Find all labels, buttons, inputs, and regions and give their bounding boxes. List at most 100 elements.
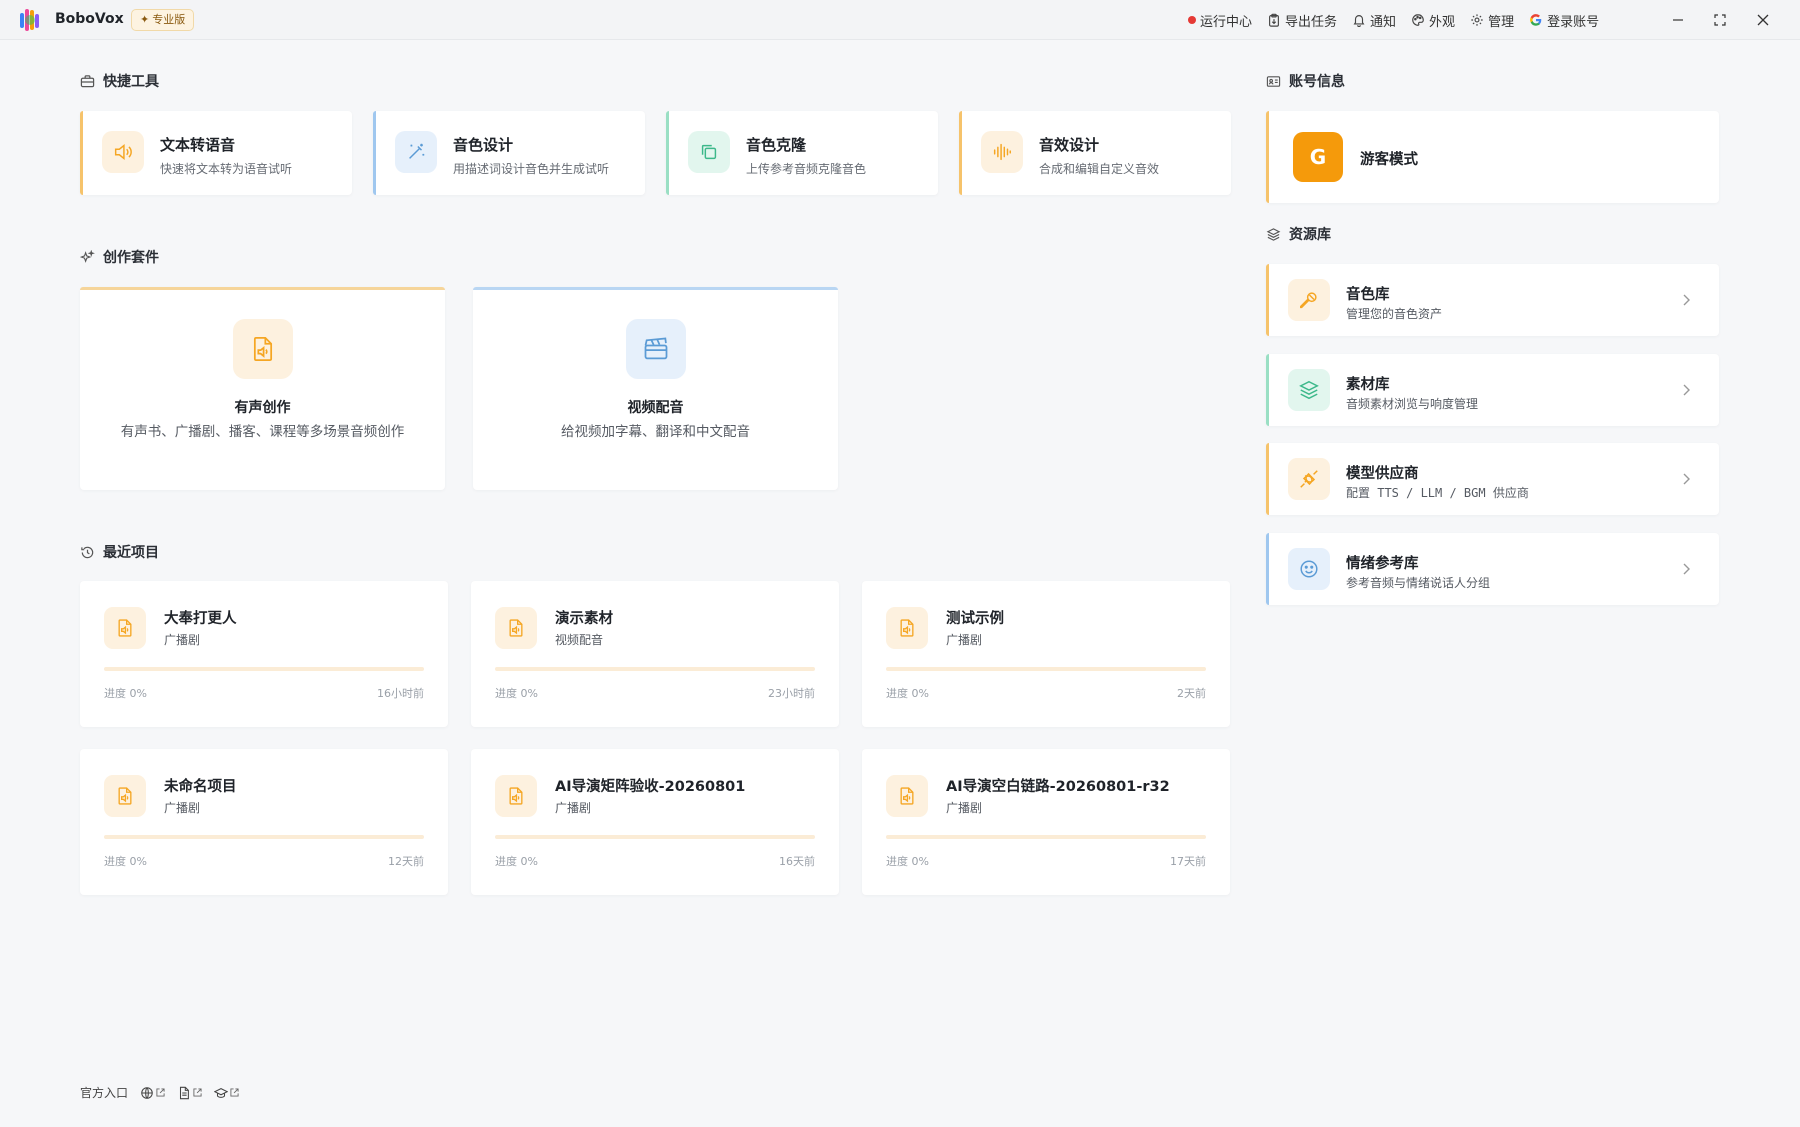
tool-icon-box [981,131,1023,173]
login-label: 登录账号 [1547,14,1600,30]
notifications-button[interactable]: 通知 [1352,11,1396,30]
login-button[interactable]: 登录账号 [1529,11,1599,30]
project-card[interactable]: AI导演矩阵验收-20260801 广播剧 进度 0% 16天前 [471,749,839,895]
card-accent [959,111,962,195]
top-nav: 运行中心 导出任务 通知 外观 管理 登录账号 [1188,0,1614,40]
project-icon-box [886,607,928,649]
close-button[interactable] [1743,0,1783,40]
project-card[interactable]: 演示素材 视频配音 进度 0% 23小时前 [471,581,839,727]
account-mode: 游客模式 [1360,152,1418,168]
resource-library-heading: 资源库 [1266,224,1331,244]
suite-card-video-dubbing[interactable]: 视频配音 给视频加字幕、翻译和中文配音 [473,287,838,490]
run-center-button[interactable]: 运行中心 [1188,11,1252,30]
resource-card-emotion-library[interactable]: 情绪参考库 参考音频与情绪说话人分组 [1266,533,1719,605]
clapperboard-icon [644,337,668,360]
card-accent [1266,533,1269,605]
resource-title: 音色库 [1346,287,1390,303]
creation-suite-heading: 创作套件 [80,247,159,267]
project-progress-label: 进度 0% [495,855,538,868]
project-card[interactable]: 测试示例 广播剧 进度 0% 2天前 [862,581,1230,727]
briefcase-icon [80,74,95,87]
audio-file-icon [900,619,914,637]
pro-badge-label: 专业版 [152,13,186,26]
magic-wand-icon [409,143,425,159]
recent-projects-heading: 最近项目 [80,542,159,562]
project-name: AI导演空白链路-20260801-r32 [946,779,1170,795]
maximize-button[interactable] [1700,0,1740,40]
project-icon-box [104,775,146,817]
suite-icon-box [233,319,293,379]
tool-text: 文本转语音 快速将文本转为语音试听 [160,134,292,177]
tool-card-tts[interactable]: 文本转语音 快速将文本转为语音试听 [80,111,352,195]
resource-icon-box [1288,369,1330,411]
tutorial-link[interactable] [214,1086,239,1100]
clipboard-icon [1269,13,1279,27]
project-timestamp: 16小时前 [377,687,424,700]
project-type: 视频配音 [555,633,604,647]
tool-title: 文本转语音 [160,136,236,154]
tool-card-sfx-design[interactable]: 音效设计 合成和编辑自定义音效 [959,111,1231,195]
gear-icon [1471,14,1483,26]
chevron-right-icon [1683,473,1690,485]
card-accent [1266,354,1269,426]
chevron-right-icon [1683,384,1690,396]
palette-icon [1412,14,1424,26]
suite-desc: 给视频加字幕、翻译和中文配音 [561,424,750,440]
project-progress-bar [104,835,424,839]
tool-desc: 快速将文本转为语音试听 [160,162,293,176]
resource-icon-box [1288,279,1330,321]
graduation-cap-icon [214,1087,229,1098]
app-name: BoboVox [55,11,124,27]
tool-icon-box [102,131,144,173]
project-timestamp: 17天前 [1170,855,1206,868]
maximize-icon [1714,14,1726,26]
export-tasks-label: 导出任务 [1285,14,1338,30]
suite-card-audio-creation[interactable]: 有声创作 有声书、广播剧、播客、课程等多场景音频创作 [80,287,445,490]
export-tasks-button[interactable]: 导出任务 [1267,11,1337,30]
resource-desc: 配置 TTS / LLM / BGM 供应商 [1346,486,1529,500]
external-link-icon [156,1088,165,1097]
app-logo-icon [20,9,39,31]
project-name: AI导演矩阵验收-20260801 [555,779,746,795]
admin-button[interactable]: 管理 [1470,11,1514,30]
bell-icon [1353,15,1365,27]
quick-tools-title: 快捷工具 [103,74,159,90]
project-type: 广播剧 [946,633,983,647]
resource-card-asset-library[interactable]: 素材库 音频素材浏览与响度管理 [1266,354,1719,426]
resource-title: 素材库 [1346,377,1390,393]
resource-title: 情绪参考库 [1346,556,1419,572]
tool-desc: 合成和编辑自定义音效 [1039,162,1160,176]
account-card[interactable]: G 游客模式 [1266,111,1719,203]
project-card[interactable]: 大奉打更人 广播剧 进度 0% 16小时前 [80,581,448,727]
run-center-label: 运行中心 [1200,14,1253,30]
project-card[interactable]: 未命名项目 广播剧 进度 0% 12天前 [80,749,448,895]
pro-badge: ✦ 专业版 [131,9,195,31]
tool-icon-box [395,131,437,173]
docs-link[interactable] [177,1086,202,1100]
resource-card-model-providers[interactable]: 模型供应商 配置 TTS / LLM / BGM 供应商 [1266,443,1719,515]
waveform-icon [993,143,1011,161]
project-card[interactable]: AI导演空白链路-20260801-r32 广播剧 进度 0% 17天前 [862,749,1230,895]
project-icon-box [104,607,146,649]
audio-file-icon [253,337,273,361]
project-name: 演示素材 [555,611,613,627]
card-accent [666,111,669,195]
project-name: 大奉打更人 [164,611,237,627]
quick-tools-heading: 快捷工具 [80,71,159,91]
tool-card-voice-design[interactable]: 音色设计 用描述词设计音色并生成试听 [373,111,645,195]
appearance-button[interactable]: 外观 [1411,11,1455,30]
account-info-title: 账号信息 [1289,74,1345,90]
resource-icon-box [1288,548,1330,590]
speaker-icon [114,144,132,160]
suite-desc: 有声书、广播剧、播客、课程等多场景音频创作 [120,424,405,440]
project-type: 广播剧 [555,801,592,815]
resource-card-voice-library[interactable]: 音色库 管理您的音色资产 [1266,264,1719,336]
chevron-right-icon [1683,563,1690,575]
minimize-button[interactable] [1658,0,1698,40]
card-accent [1266,443,1269,515]
resource-title: 模型供应商 [1346,466,1419,482]
audio-file-icon [118,787,132,805]
tool-card-voice-clone[interactable]: 音色克隆 上传参考音频克隆音色 [666,111,938,195]
website-link[interactable] [140,1086,165,1100]
avatar: G [1293,132,1343,182]
